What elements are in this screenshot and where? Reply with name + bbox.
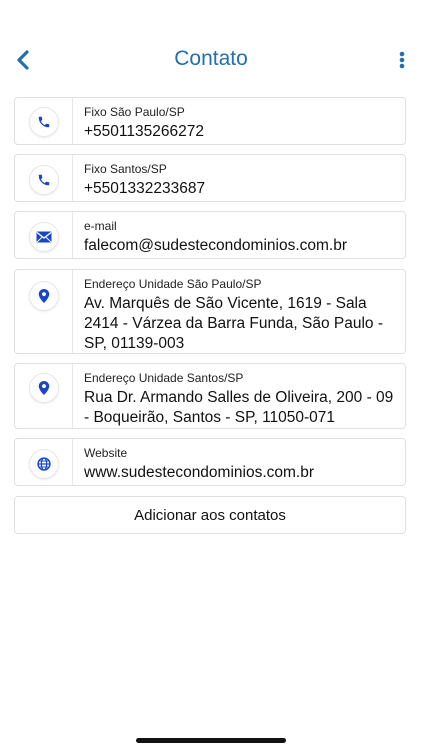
contact-value: +5501135266272 (84, 123, 204, 140)
phone-icon (28, 165, 59, 195)
contact-value: Rua Dr. Armando Salles de Oliveira, 200 … (84, 389, 394, 426)
contact-label: Website (84, 446, 128, 460)
vertical-dots-icon (399, 51, 405, 69)
contact-card-phone-sao-paulo[interactable]: Fixo São Paulo/SP +5501135266272 (14, 97, 406, 145)
contact-value: www.sudestecondominios.com.br (84, 464, 315, 481)
contact-label: Endereço Unidade São Paulo/SP (84, 277, 262, 291)
location-pin-icon (28, 373, 59, 403)
phone-icon (28, 107, 59, 137)
contact-label: Fixo São Paulo/SP (84, 105, 185, 119)
contact-value: falecom@sudestecondominios.com.br (84, 237, 347, 254)
add-to-contacts-button[interactable]: Adicionar aos contatos (14, 496, 406, 534)
contact-label: Endereço Unidade Santos/SP (84, 371, 244, 385)
more-options-button[interactable] (394, 48, 410, 72)
contact-card-email[interactable]: e-mail falecom@sudestecondominios.com.br (14, 211, 406, 259)
home-indicator[interactable] (136, 738, 286, 743)
header-bar: Contato (0, 38, 422, 82)
page-title: Contato (174, 47, 248, 70)
contact-label: Fixo Santos/SP (84, 162, 167, 176)
contact-card-address-sao-paulo[interactable]: Endereço Unidade São Paulo/SP Av. Marquê… (14, 269, 406, 354)
contact-card-phone-santos[interactable]: Fixo Santos/SP +5501332233687 (14, 154, 406, 202)
globe-icon (28, 449, 59, 479)
contact-card-website[interactable]: Website www.sudestecondominios.com.br (14, 438, 406, 486)
contact-label: e-mail (84, 219, 117, 233)
contact-value: +5501332233687 (84, 180, 206, 197)
envelope-icon (28, 222, 59, 252)
location-pin-icon (28, 281, 59, 311)
contact-card-address-santos[interactable]: Endereço Unidade Santos/SP Rua Dr. Arman… (14, 363, 406, 429)
contact-value: Av. Marquês de São Vicente, 1619 - Sala … (84, 295, 383, 352)
